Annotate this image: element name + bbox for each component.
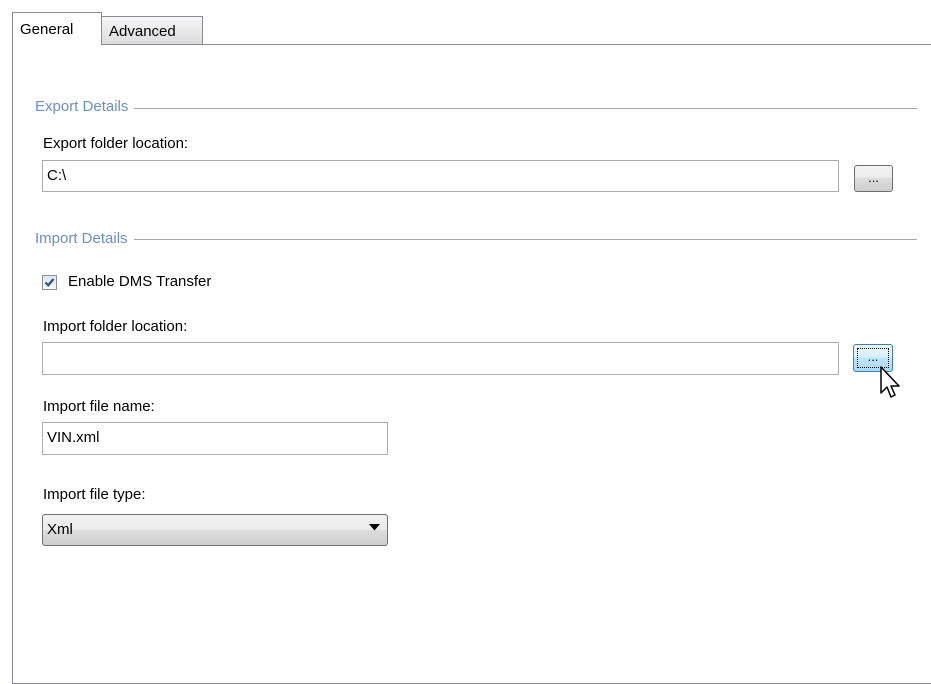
export-details-divider	[35, 108, 917, 109]
tab-general-label: General	[20, 21, 74, 38]
import-folder-label: Import folder location:	[43, 318, 188, 335]
tab-advanced[interactable]: Advanced	[101, 16, 203, 44]
import-folder-input[interactable]	[42, 342, 839, 375]
tab-general[interactable]: General	[12, 12, 102, 45]
check-icon	[44, 278, 55, 287]
tab-advanced-label: Advanced	[109, 23, 176, 40]
import-file-type-value: Xml	[47, 521, 73, 538]
export-browse-label: ...	[868, 170, 879, 185]
enable-dms-label[interactable]: Enable DMS Transfer	[68, 273, 211, 291]
import-details-title: Import Details	[35, 230, 134, 248]
enable-dms-checkbox[interactable]	[42, 275, 57, 290]
export-browse-button[interactable]: ...	[854, 165, 893, 192]
import-details-divider	[35, 239, 917, 240]
export-folder-label: Export folder location:	[43, 135, 189, 152]
import-file-name-label: Import file name:	[43, 398, 155, 415]
export-details-title: Export Details	[35, 98, 135, 116]
mouse-pointer-icon	[880, 366, 900, 398]
import-file-name-input[interactable]: VIN.xml	[42, 422, 388, 455]
export-folder-input[interactable]: C:\	[42, 160, 839, 192]
import-file-type-select[interactable]: Xml	[42, 514, 388, 546]
dropdown-arrow-icon[interactable]	[369, 524, 380, 531]
import-file-type-label: Import file type:	[43, 486, 146, 503]
